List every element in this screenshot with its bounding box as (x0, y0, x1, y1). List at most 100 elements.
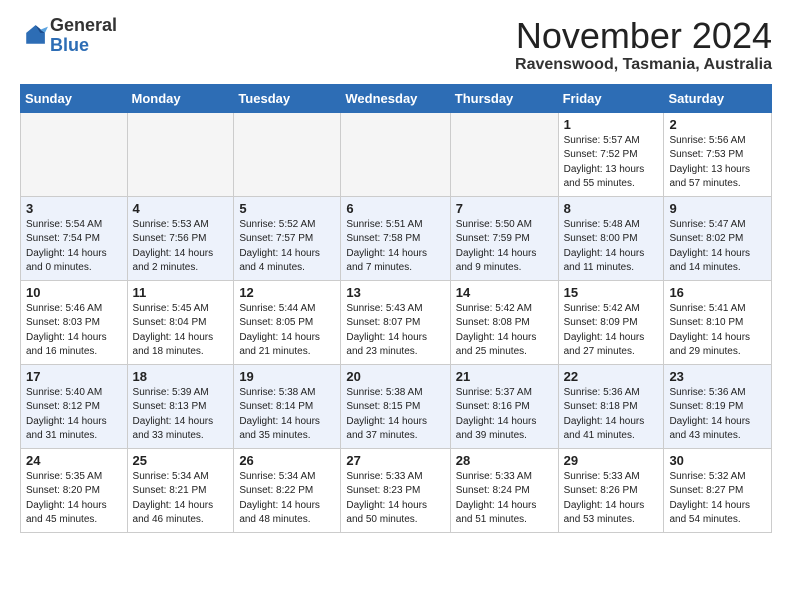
day-number: 5 (239, 201, 335, 216)
calendar-cell: 26Sunrise: 5:34 AM Sunset: 8:22 PM Dayli… (234, 448, 341, 532)
day-number: 27 (346, 453, 444, 468)
day-info: Sunrise: 5:33 AM Sunset: 8:26 PM Dayligh… (564, 470, 659, 528)
page: General Blue November 2024 Ravenswood, T… (0, 0, 792, 549)
calendar-cell: 5 Sunrise: 5:52 AM Sunset: 7:57 PM Daylig… (234, 196, 341, 280)
day-number: 17 (26, 369, 122, 384)
day-info: Sunrise: 5:40 AM Sunset: 8:12 PM Dayligh… (26, 386, 122, 444)
calendar-cell: 17 Sunrise: 5:40 AM Sunset: 8:12 PM Dayli… (21, 364, 128, 448)
calendar: SundayMondayTuesdayWednesdayThursdayFrid… (20, 84, 772, 533)
day-info: Sunrise: 5:37 AM Sunset: 8:16 PM Dayligh… (456, 386, 553, 444)
day-info: Sunrise: 5:42 AM Sunset: 8:09 PM Dayligh… (564, 302, 659, 360)
calendar-cell: 4 Sunrise: 5:53 AM Sunset: 7:56 PM Daylig… (127, 196, 234, 280)
calendar-cell: 25 Sunrise: 5:34 AM Sunset: 8:21 PM Dayli… (127, 448, 234, 532)
day-info: Sunrise: 5:45 AM Sunset: 8:04 PM Dayligh… (133, 302, 229, 360)
logo-icon (20, 22, 48, 50)
day-info: Sunrise: 5:35 AM Sunset: 8:20 PM Dayligh… (26, 470, 122, 528)
calendar-cell (234, 112, 341, 196)
day-info: Sunrise: 5:51 AM Sunset: 7:58 PM Dayligh… (346, 218, 444, 276)
calendar-cell (21, 112, 128, 196)
weekday-header: Saturday (664, 84, 772, 112)
weekday-header: Wednesday (341, 84, 450, 112)
calendar-cell: 16Sunrise: 5:41 AM Sunset: 8:10 PM Dayli… (664, 280, 772, 364)
day-number: 25 (133, 453, 229, 468)
day-info: Sunrise: 5:46 AM Sunset: 8:03 PM Dayligh… (26, 302, 122, 360)
day-number: 13 (346, 285, 444, 300)
calendar-cell: 12 Sunrise: 5:44 AM Sunset: 8:05 PM Dayli… (234, 280, 341, 364)
day-number: 18 (133, 369, 229, 384)
day-number: 24 (26, 453, 122, 468)
day-number: 30 (669, 453, 766, 468)
calendar-cell: 14Sunrise: 5:42 AM Sunset: 8:08 PM Dayli… (450, 280, 558, 364)
calendar-cell: 8 Sunrise: 5:48 AM Sunset: 8:00 PM Daylig… (558, 196, 664, 280)
day-info: Sunrise: 5:54 AM Sunset: 7:54 PM Dayligh… (26, 218, 122, 276)
day-info: Sunrise: 5:50 AM Sunset: 7:59 PM Dayligh… (456, 218, 553, 276)
title-block: November 2024 Ravenswood, Tasmania, Aust… (515, 16, 772, 74)
calendar-week-row: 17 Sunrise: 5:40 AM Sunset: 8:12 PM Dayli… (21, 364, 772, 448)
weekday-header: Friday (558, 84, 664, 112)
day-number: 29 (564, 453, 659, 468)
calendar-cell: 6 Sunrise: 5:51 AM Sunset: 7:58 PM Daylig… (341, 196, 450, 280)
calendar-cell: 19Sunrise: 5:38 AM Sunset: 8:14 PM Dayli… (234, 364, 341, 448)
calendar-cell: 23 Sunrise: 5:36 AM Sunset: 8:19 PM Dayli… (664, 364, 772, 448)
logo-general-text: General (50, 15, 117, 35)
calendar-cell: 20Sunrise: 5:38 AM Sunset: 8:15 PM Dayli… (341, 364, 450, 448)
day-number: 21 (456, 369, 553, 384)
calendar-cell: 22 Sunrise: 5:36 AM Sunset: 8:18 PM Dayli… (558, 364, 664, 448)
day-info: Sunrise: 5:48 AM Sunset: 8:00 PM Dayligh… (564, 218, 659, 276)
weekday-header: Thursday (450, 84, 558, 112)
day-info: Sunrise: 5:41 AM Sunset: 8:10 PM Dayligh… (669, 302, 766, 360)
weekday-header: Tuesday (234, 84, 341, 112)
day-info: Sunrise: 5:39 AM Sunset: 8:13 PM Dayligh… (133, 386, 229, 444)
calendar-cell (450, 112, 558, 196)
day-number: 23 (669, 369, 766, 384)
day-number: 1 (564, 117, 659, 132)
calendar-cell: 3 Sunrise: 5:54 AM Sunset: 7:54 PM Daylig… (21, 196, 128, 280)
day-info: Sunrise: 5:43 AM Sunset: 8:07 PM Dayligh… (346, 302, 444, 360)
calendar-cell (341, 112, 450, 196)
day-info: Sunrise: 5:33 AM Sunset: 8:23 PM Dayligh… (346, 470, 444, 528)
logo: General Blue (20, 16, 117, 56)
day-info: Sunrise: 5:34 AM Sunset: 8:21 PM Dayligh… (133, 470, 229, 528)
day-number: 2 (669, 117, 766, 132)
month-title: November 2024 (515, 16, 772, 56)
day-number: 4 (133, 201, 229, 216)
calendar-cell: 30 Sunrise: 5:32 AM Sunset: 8:27 PM Dayli… (664, 448, 772, 532)
calendar-header-row: SundayMondayTuesdayWednesdayThursdayFrid… (21, 84, 772, 112)
calendar-cell: 28Sunrise: 5:33 AM Sunset: 8:24 PM Dayli… (450, 448, 558, 532)
calendar-cell: 27 Sunrise: 5:33 AM Sunset: 8:23 PM Dayli… (341, 448, 450, 532)
calendar-cell: 18 Sunrise: 5:39 AM Sunset: 8:13 PM Dayli… (127, 364, 234, 448)
calendar-cell: 9Sunrise: 5:47 AM Sunset: 8:02 PM Daylig… (664, 196, 772, 280)
day-info: Sunrise: 5:53 AM Sunset: 7:56 PM Dayligh… (133, 218, 229, 276)
calendar-week-row: 3 Sunrise: 5:54 AM Sunset: 7:54 PM Daylig… (21, 196, 772, 280)
day-number: 8 (564, 201, 659, 216)
calendar-cell: 7 Sunrise: 5:50 AM Sunset: 7:59 PM Daylig… (450, 196, 558, 280)
weekday-header: Sunday (21, 84, 128, 112)
day-number: 11 (133, 285, 229, 300)
calendar-cell: 24 Sunrise: 5:35 AM Sunset: 8:20 PM Dayli… (21, 448, 128, 532)
day-number: 22 (564, 369, 659, 384)
calendar-cell: 1Sunrise: 5:57 AM Sunset: 7:52 PM Daylig… (558, 112, 664, 196)
weekday-header: Monday (127, 84, 234, 112)
day-info: Sunrise: 5:44 AM Sunset: 8:05 PM Dayligh… (239, 302, 335, 360)
day-info: Sunrise: 5:52 AM Sunset: 7:57 PM Dayligh… (239, 218, 335, 276)
day-info: Sunrise: 5:36 AM Sunset: 8:19 PM Dayligh… (669, 386, 766, 444)
calendar-cell: 2 Sunrise: 5:56 AM Sunset: 7:53 PM Daylig… (664, 112, 772, 196)
day-number: 14 (456, 285, 553, 300)
day-number: 19 (239, 369, 335, 384)
calendar-week-row: 24 Sunrise: 5:35 AM Sunset: 8:20 PM Dayli… (21, 448, 772, 532)
header: General Blue November 2024 Ravenswood, T… (20, 16, 772, 74)
day-info: Sunrise: 5:56 AM Sunset: 7:53 PM Dayligh… (669, 134, 766, 192)
day-info: Sunrise: 5:32 AM Sunset: 8:27 PM Dayligh… (669, 470, 766, 528)
day-info: Sunrise: 5:36 AM Sunset: 8:18 PM Dayligh… (564, 386, 659, 444)
day-number: 12 (239, 285, 335, 300)
day-number: 20 (346, 369, 444, 384)
day-info: Sunrise: 5:47 AM Sunset: 8:02 PM Dayligh… (669, 218, 766, 276)
day-number: 6 (346, 201, 444, 216)
day-number: 3 (26, 201, 122, 216)
logo-blue-text: Blue (50, 35, 89, 55)
calendar-cell: 29 Sunrise: 5:33 AM Sunset: 8:26 PM Dayli… (558, 448, 664, 532)
day-number: 15 (564, 285, 659, 300)
day-number: 26 (239, 453, 335, 468)
location-title: Ravenswood, Tasmania, Australia (515, 56, 772, 74)
day-number: 7 (456, 201, 553, 216)
